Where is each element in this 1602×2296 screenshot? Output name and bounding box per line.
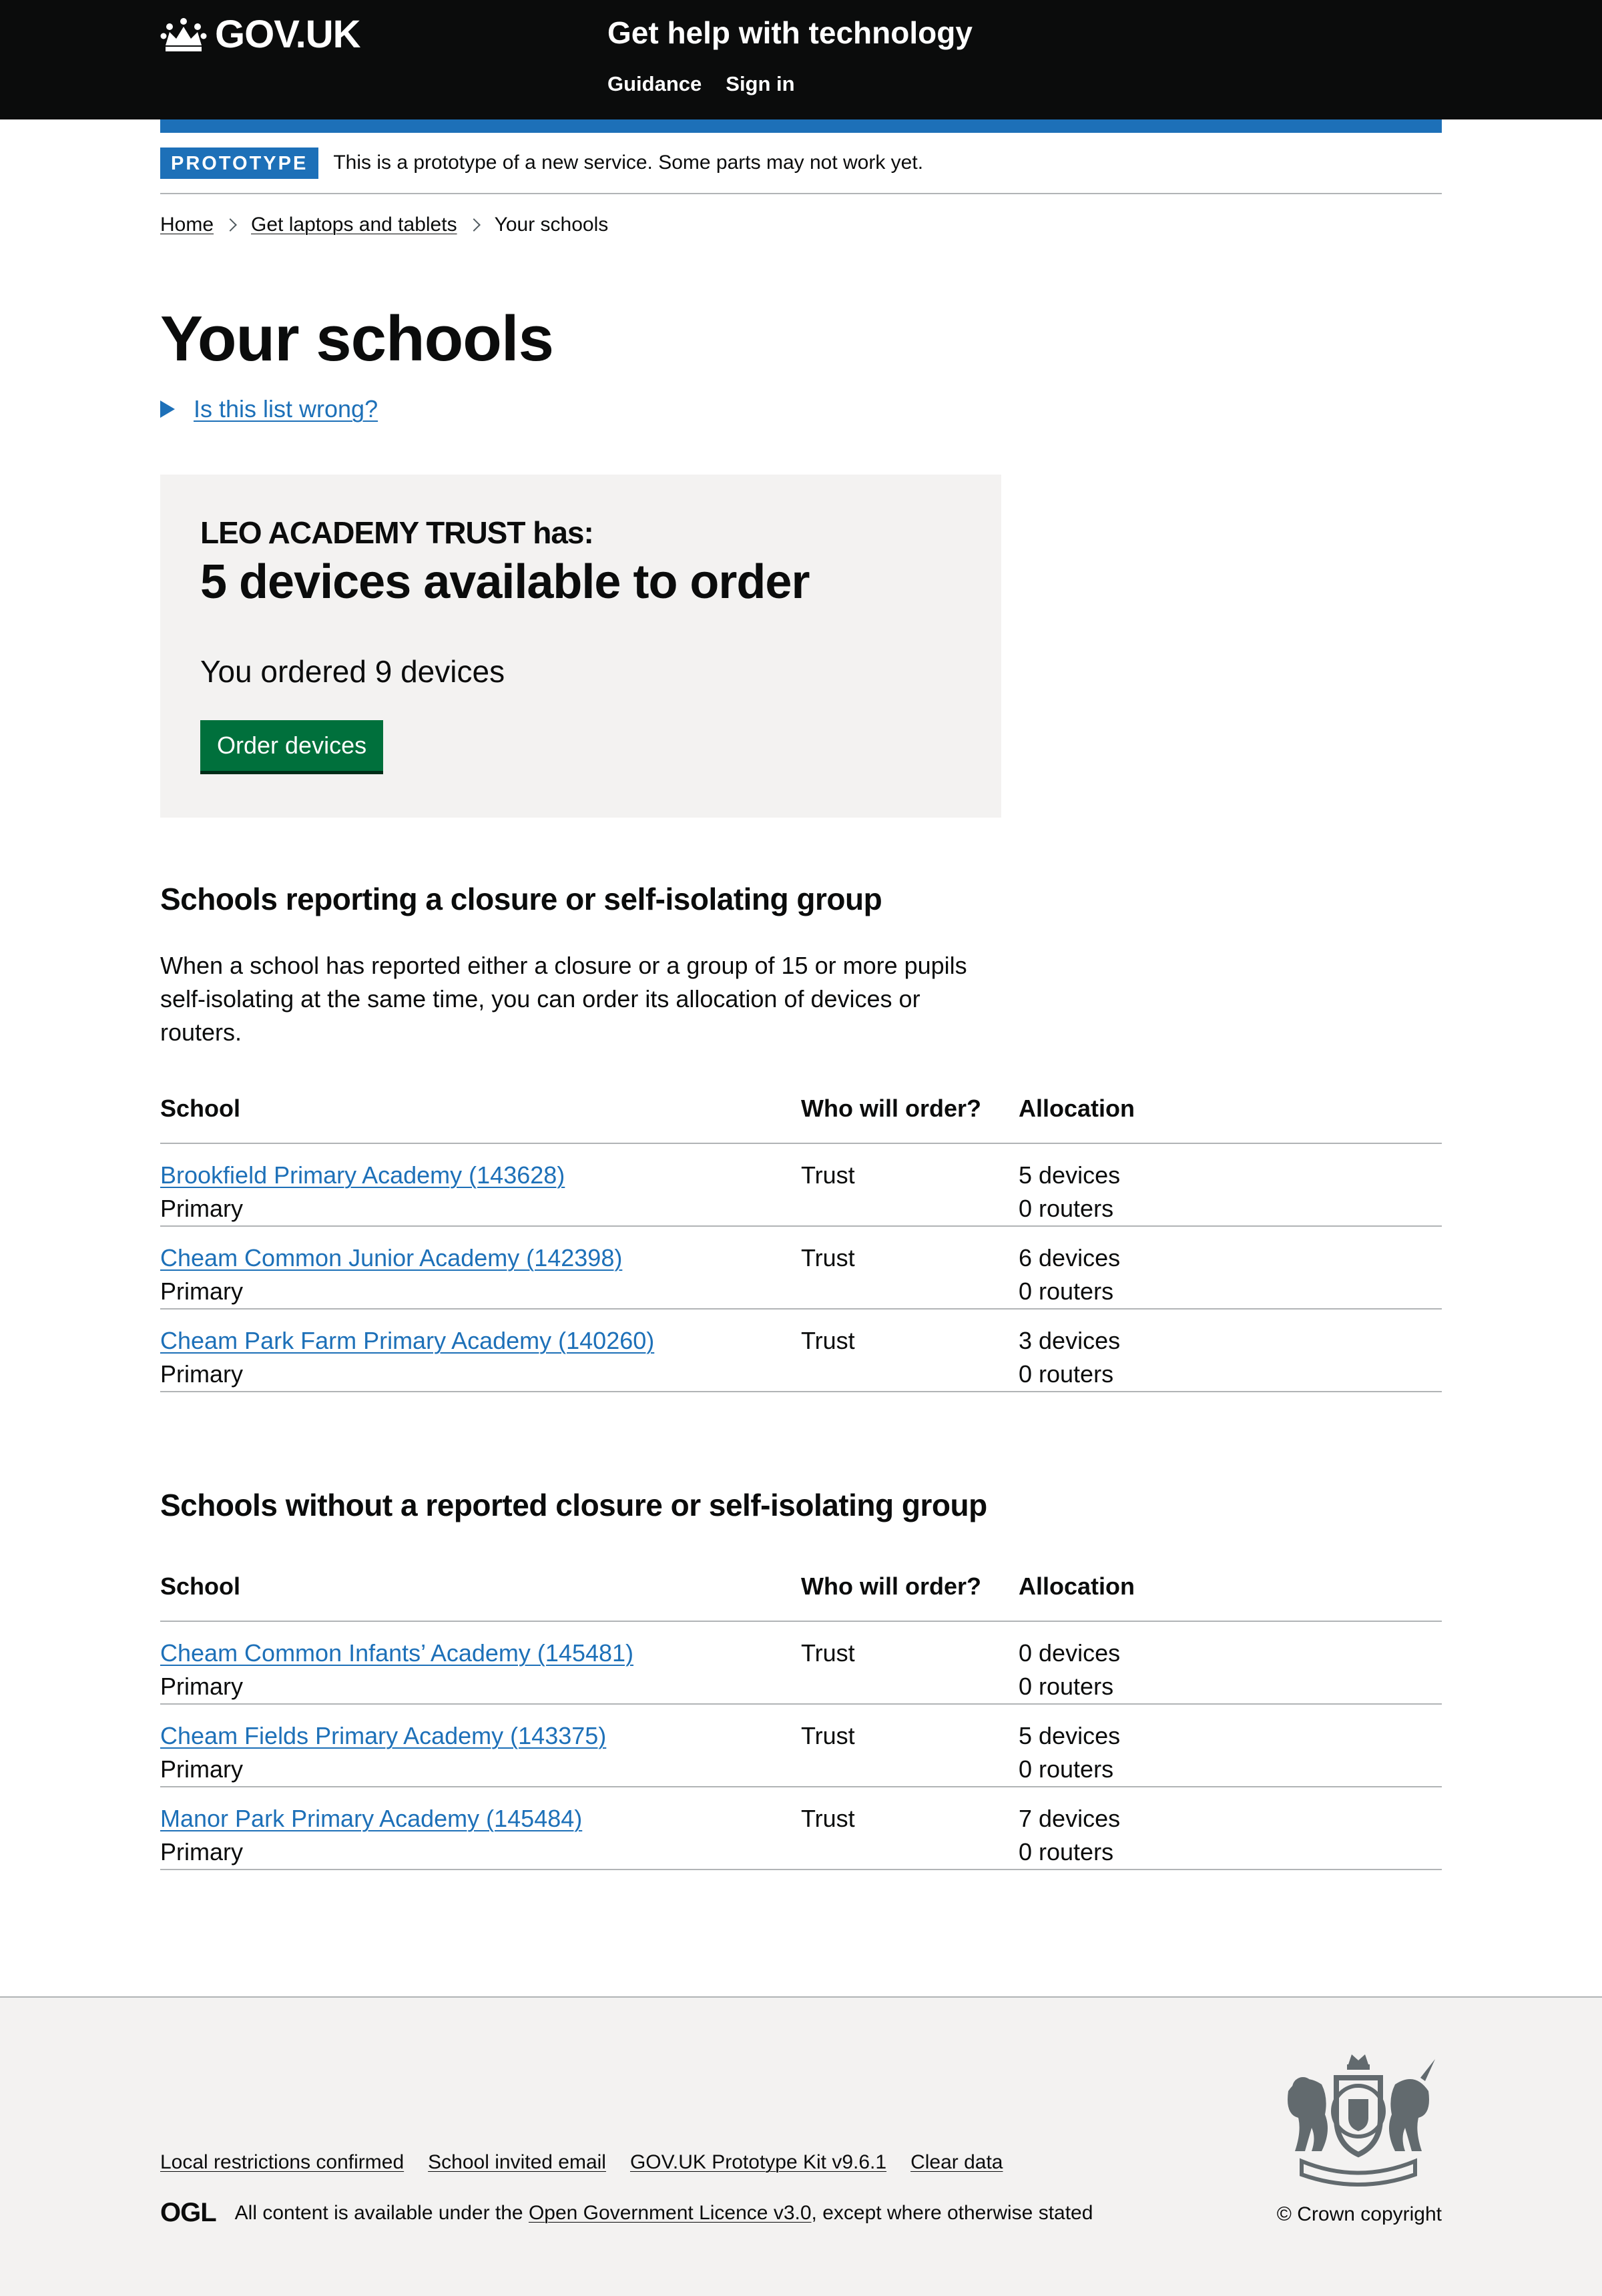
router-allocation: 0 routers [1019, 1673, 1114, 1700]
page-title: Your schools [160, 303, 554, 374]
nav-sign-in-link[interactable]: Sign in [726, 72, 794, 96]
footer-link-local-restrictions[interactable]: Local restrictions confirmed [160, 2151, 404, 2174]
details-toggle[interactable]: Is this list wrong? [160, 395, 1442, 423]
who-will-order: Trust [801, 1226, 1019, 1310]
no-closure-schools-table: School Who will order? Allocation Cheam … [160, 1552, 1442, 1870]
column-header-who: Who will order? [801, 1552, 1019, 1622]
table-row: Cheam Common Junior Academy (142398) Prim… [160, 1226, 1442, 1310]
details-summary-link[interactable]: Is this list wrong? [194, 395, 378, 423]
school-link[interactable]: Cheam Fields Primary Academy (143375) [160, 1722, 606, 1749]
licence-prefix: All content is available under the [234, 2201, 529, 2224]
panel-trust-name: LEO ACADEMY TRUST has: [200, 515, 594, 550]
school-link[interactable]: Manor Park Primary Academy (145484) [160, 1805, 582, 1832]
device-allocation: 0 devices [1019, 1639, 1121, 1667]
school-phase: Primary [160, 1673, 243, 1700]
school-link[interactable]: Cheam Common Infants’ Academy (145481) [160, 1639, 633, 1667]
chevron-right-icon [224, 218, 237, 232]
header-nav: Guidance Sign in [607, 72, 795, 96]
licence-suffix: , except where otherwise stated [811, 2201, 1093, 2224]
footer-link-school-invited-email[interactable]: School invited email [428, 2151, 606, 2174]
table-header-row: School Who will order? Allocation [160, 1075, 1442, 1144]
header-blue-bar [160, 119, 1442, 133]
service-name[interactable]: Get help with technology [607, 15, 973, 51]
column-header-allocation: Allocation [1019, 1075, 1442, 1144]
school-link[interactable]: Brookfield Primary Academy (143628) [160, 1161, 565, 1189]
who-will-order: Trust [801, 1621, 1019, 1705]
who-will-order: Trust [801, 1309, 1019, 1392]
footer-link-clear-data[interactable]: Clear data [910, 2151, 1003, 2174]
device-allocation: 3 devices [1019, 1327, 1121, 1354]
table-row: Brookfield Primary Academy (143628) Prima… [160, 1143, 1442, 1227]
licence-line: OGL All content is available under the O… [160, 2198, 1093, 2228]
table-row: Cheam Fields Primary Academy (143375) Pri… [160, 1704, 1442, 1787]
breadcrumb-current: Your schools [494, 214, 609, 236]
logo-text: GOV.UK [215, 13, 360, 56]
router-allocation: 0 routers [1019, 1360, 1114, 1388]
closure-section-body: When a school has reported either a clos… [160, 952, 967, 1046]
phase-tag: PROTOTYPE [160, 147, 319, 179]
school-link[interactable]: Cheam Common Junior Academy (142398) [160, 1244, 622, 1271]
device-allocation: 5 devices [1019, 1722, 1121, 1749]
router-allocation: 0 routers [1019, 1195, 1114, 1222]
device-allocation: 5 devices [1019, 1161, 1121, 1189]
royal-coat-of-arms-icon [1288, 2054, 1435, 2187]
column-header-allocation: Allocation [1019, 1552, 1442, 1622]
allocation-panel: LEO ACADEMY TRUST has: 5 devices availab… [160, 475, 1001, 818]
column-header-school: School [160, 1552, 801, 1622]
school-phase: Primary [160, 1755, 243, 1783]
school-phase: Primary [160, 1838, 243, 1866]
footer-link-prototype-kit[interactable]: GOV.UK Prototype Kit v9.6.1 [630, 2151, 886, 2174]
column-header-who: Who will order? [801, 1075, 1019, 1144]
table-header-row: School Who will order? Allocation [160, 1552, 1442, 1622]
table-row: Cheam Common Infants’ Academy (145481) Pr… [160, 1621, 1442, 1705]
ogl-logo-icon: OGL [160, 2198, 217, 2227]
site-footer: Local restrictions confirmed School invi… [0, 1996, 1602, 2296]
phase-banner: PROTOTYPE This is a prototype of a new s… [160, 133, 1442, 194]
table-row: Manor Park Primary Academy (145484) Prima… [160, 1787, 1442, 1870]
panel-devices-available: 5 devices available to order [200, 555, 810, 609]
triangle-right-icon [160, 400, 175, 418]
who-will-order: Trust [801, 1787, 1019, 1870]
breadcrumb-home-link[interactable]: Home [160, 214, 214, 236]
govuk-logo-link[interactable]: GOV.UK [160, 12, 360, 57]
router-allocation: 0 routers [1019, 1838, 1114, 1866]
licence-link[interactable]: Open Government Licence v3.0 [529, 2202, 812, 2225]
school-link[interactable]: Cheam Park Farm Primary Academy (140260) [160, 1327, 654, 1354]
closure-schools-table: School Who will order? Allocation Brookf… [160, 1075, 1442, 1392]
router-allocation: 0 routers [1019, 1277, 1114, 1305]
column-header-school: School [160, 1075, 801, 1144]
device-allocation: 7 devices [1019, 1805, 1121, 1832]
school-phase: Primary [160, 1360, 243, 1388]
breadcrumb: Home Get laptops and tablets Your school… [160, 214, 1442, 236]
crown-copyright: © Crown copyright [1276, 2203, 1442, 2225]
phase-banner-text: This is a prototype of a new service. So… [333, 152, 924, 174]
who-will-order: Trust [801, 1143, 1019, 1227]
chevron-right-icon [467, 218, 481, 232]
closure-section-heading: Schools reporting a closure or self-isol… [160, 882, 882, 916]
school-phase: Primary [160, 1195, 243, 1222]
device-allocation: 6 devices [1019, 1244, 1121, 1271]
who-will-order: Trust [801, 1704, 1019, 1787]
breadcrumb-laptops-link[interactable]: Get laptops and tablets [251, 214, 457, 236]
site-header: GOV.UK Get help with technology Guidance… [0, 0, 1602, 119]
school-phase: Primary [160, 1277, 243, 1305]
footer-links: Local restrictions confirmed School invi… [160, 2151, 1003, 2174]
table-row: Cheam Park Farm Primary Academy (140260)… [160, 1309, 1442, 1392]
order-devices-button[interactable]: Order devices [200, 720, 384, 771]
nav-guidance-link[interactable]: Guidance [607, 72, 702, 96]
no-closure-section-heading: Schools without a reported closure or se… [160, 1488, 987, 1522]
crown-icon [160, 17, 207, 51]
panel-devices-ordered: You ordered 9 devices [200, 654, 505, 689]
router-allocation: 0 routers [1019, 1755, 1114, 1783]
